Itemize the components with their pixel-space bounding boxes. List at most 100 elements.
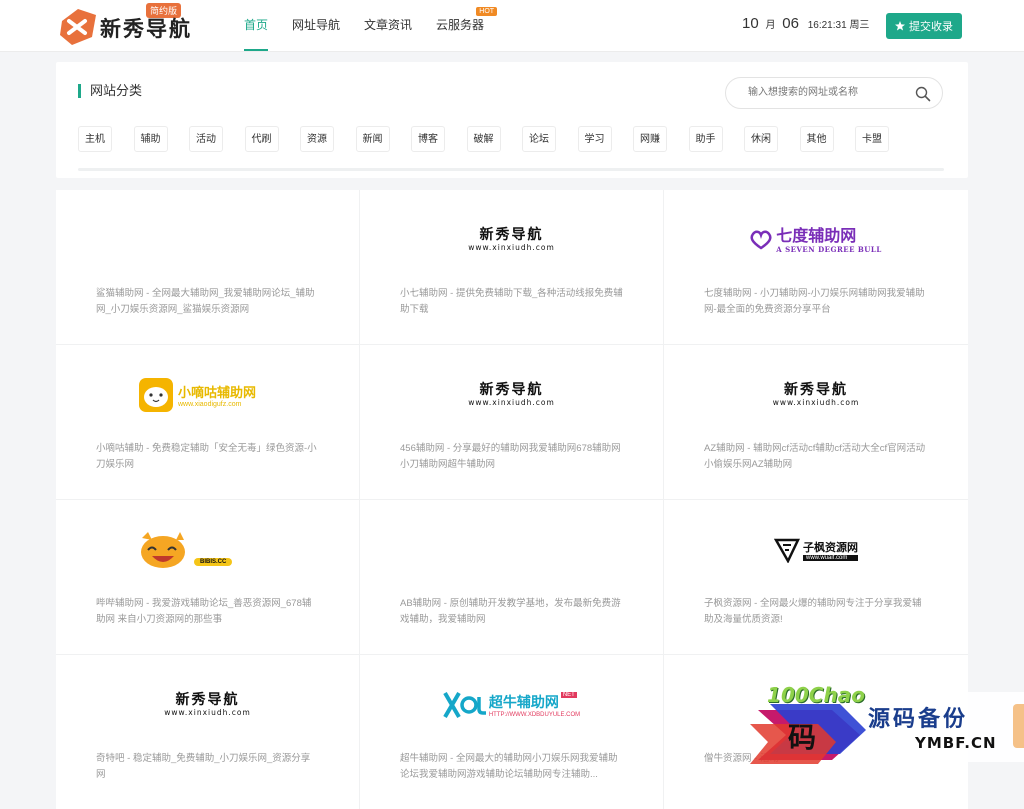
- site-description: 小七辅助网 - 提供免费辅助下载_各种活动线报免费辅助下载: [400, 288, 623, 315]
- category-tag[interactable]: 休闲: [744, 126, 778, 152]
- logo-url: www.xinxiudh.com: [468, 398, 555, 407]
- time-text: 16:21:31: [807, 20, 847, 31]
- mascot-icon: [139, 378, 173, 412]
- laughing-cat-icon: [141, 532, 185, 568]
- hot-badge: HOT: [476, 7, 498, 16]
- site-description: 哔哔辅助网 - 我爱游戏辅助论坛_善恶资源网_678辅助网 来自小刀资源网的那些…: [96, 598, 312, 625]
- category-tag[interactable]: 活动: [189, 126, 223, 152]
- site-description: 七度辅助网 - 小刀辅助网-小刀娱乐网辅助网我爱辅助网-最全面的免费资源分享平台: [704, 288, 925, 315]
- logo-name: 新秀导航: [479, 382, 544, 398]
- site-card[interactable]: 小嘀咕辅助网 www.xiaodigufz.com 小嘀咕辅助 - 免费稳定辅助「…: [56, 345, 359, 499]
- logo-url: www.xinxiudh.com: [772, 398, 860, 407]
- logo-name: 超牛辅助网: [488, 695, 559, 711]
- site-description: AZ辅助网 - 辅助网cf活动cf辅助cf活动大全cf官网活动小偷娱乐网AZ辅助…: [704, 443, 926, 470]
- logo-text: 新秀导航: [100, 17, 192, 41]
- category-tag[interactable]: 学习: [577, 126, 612, 152]
- logo-sub: www.wuaif.com: [803, 555, 858, 561]
- site-description: 子枫资源网 - 全网最火爆的辅助网专注于分享我爱辅助及海量优质资源!: [704, 598, 922, 625]
- main-nav: 首页 网址导航 文章资讯 云服务器 HOT: [233, 0, 498, 51]
- submit-site-button[interactable]: 提交收录: [886, 13, 962, 39]
- submit-label: 提交收录: [909, 21, 953, 33]
- search-box: [725, 77, 943, 109]
- logo-name: 新秀导航: [479, 227, 544, 243]
- site-logo-image: 新秀导航 www.xinxiudh.com: [664, 373, 968, 417]
- nav-sites[interactable]: 网址导航: [281, 0, 351, 51]
- category-scroll-track[interactable]: [78, 168, 944, 171]
- weekday-text: 周三: [849, 20, 870, 31]
- nav-home-label: 首页: [244, 18, 269, 32]
- search-icon[interactable]: [915, 86, 931, 102]
- side-float-tab[interactable]: [1013, 704, 1024, 748]
- site-description: 奇特吧 - 稳定辅助_免费辅助_小刀娱乐网_资源分享网: [96, 753, 311, 780]
- date-month-unit: 月: [765, 20, 776, 31]
- site-card[interactable]: 新秀导航 www.xinxiudh.com 小七辅助网 - 提供免费辅助下载_各种…: [360, 190, 663, 344]
- site-card[interactable]: AB辅助网 - 原创辅助开发教学基地，发布最新免费游戏辅助，我爱辅助网: [360, 500, 663, 654]
- category-tag[interactable]: 新闻: [355, 126, 390, 152]
- site-description: 鲨猫辅助网 - 全网最大辅助网_我爱辅助网论坛_辅助网_小刀娱乐资源网_鲨猫娱乐…: [96, 288, 315, 315]
- site-description: 超牛辅助网 - 全网最大的辅助网小刀娱乐网我爱辅助论坛我爱辅助网游戏辅助论坛辅助…: [400, 753, 618, 780]
- logo-name: 小嘀咕辅助网: [178, 386, 257, 401]
- site-card[interactable]: 七度辅助网 A SEVEN DEGREE BULL 七度辅助网 - 小刀辅助网-小…: [664, 190, 968, 344]
- xou-logo-icon: [443, 691, 486, 719]
- logo-sub: A SEVEN DEGREE BULL: [776, 244, 882, 254]
- date-day: 06: [782, 15, 799, 32]
- site-card[interactable]: 超牛辅助网 NET HTTP://WWW.XDBDUYULE.COM 超牛辅助网 -…: [360, 655, 663, 809]
- nav-home[interactable]: 首页: [233, 0, 279, 51]
- category-tag[interactable]: 资源: [300, 126, 334, 152]
- category-tag[interactable]: 卡盟: [855, 126, 889, 152]
- logo-url: www.xinxiudh.com: [164, 708, 251, 717]
- logo-name: 七度辅助网: [776, 225, 857, 245]
- site-logo-image: 超牛辅助网 NET HTTP://WWW.XDBDUYULE.COM: [360, 683, 663, 727]
- site-logo-image: 新秀导航 www.xinxiudh.com: [360, 218, 663, 262]
- site-description: 456辅助网 - 分享最好的辅助网我爱辅助网678辅助网小刀辅助网超牛辅助网: [400, 443, 621, 470]
- zf-logo-icon: [774, 538, 800, 563]
- site-logo[interactable]: 简约版 新秀导航: [58, 3, 198, 47]
- category-tag[interactable]: 其他: [799, 126, 834, 152]
- star-icon: [895, 21, 905, 31]
- nav-sites-label: 网址导航: [292, 18, 341, 32]
- category-tag[interactable]: 辅助: [133, 126, 168, 152]
- watermark: 码 源码备份 YMBF.CN: [740, 690, 1024, 780]
- site-logo-image: 七度辅助网 A SEVEN DEGREE BULL: [664, 218, 968, 262]
- site-card[interactable]: BIBIS.CC 哔哔辅助网 - 我爱游戏辅助论坛_善恶资源网_678辅助网 来…: [56, 500, 359, 654]
- logo-sub: BIBIS.CC: [194, 558, 233, 566]
- category-tag[interactable]: 助手: [688, 126, 723, 152]
- logo-sub: HTTP://WWW.XDBDUYULE.COM: [488, 712, 581, 718]
- category-tag[interactable]: 论坛: [522, 126, 556, 152]
- nav-cloud-server[interactable]: 云服务器 HOT: [425, 0, 498, 51]
- nav-articles[interactable]: 文章资讯: [353, 0, 423, 51]
- logo-sub: www.xiaodigufz.com: [178, 401, 242, 408]
- category-title: 网站分类: [78, 84, 142, 98]
- site-card[interactable]: 新秀导航 www.xinxiudh.com AZ辅助网 - 辅助网cf活动cf辅助…: [664, 345, 968, 499]
- site-card[interactable]: 新秀导航 www.xinxiudh.com 456辅助网 - 分享最好的辅助网我爱…: [360, 345, 663, 499]
- site-logo-image: 新秀导航 www.xinxiudh.com: [360, 373, 663, 417]
- site-logo-image: BIBIS.CC: [56, 528, 359, 572]
- watermark-sub: YMBF.CN: [915, 734, 997, 752]
- category-list: 主机 辅助 活动 代刷 资源 新闻 博客 破解 论坛 学习 网赚 助手 休闲 其…: [78, 126, 911, 152]
- logo-url: www.xinxiudh.com: [468, 243, 555, 252]
- category-tag[interactable]: 主机: [78, 126, 112, 152]
- nav-articles-label: 文章资讯: [364, 18, 413, 32]
- site-logo-image: 小嘀咕辅助网 www.xiaodigufz.com: [56, 373, 359, 417]
- nav-cloud-label: 云服务器: [436, 18, 485, 32]
- category-tag[interactable]: 网赚: [633, 126, 667, 152]
- watermark-title: 源码备份: [868, 707, 969, 732]
- site-description: 小嘀咕辅助 - 免费稳定辅助「安全无毒」绿色资源-小刀娱乐网: [96, 443, 317, 470]
- site-logo-image: 子枫资源网 www.wuaif.com: [664, 528, 968, 572]
- category-tag[interactable]: 博客: [411, 126, 445, 152]
- site-card[interactable]: 鲨猫辅助网 - 全网最大辅助网_我爱辅助网论坛_辅助网_小刀娱乐资源网_鲨猫娱乐…: [56, 190, 359, 344]
- logo-name: 新秀导航: [175, 692, 240, 708]
- category-tag[interactable]: 破解: [466, 126, 501, 152]
- date-month: 10: [742, 15, 759, 32]
- watermark-char: 码: [788, 721, 817, 754]
- heart-icon: [750, 230, 772, 250]
- top-header: 简约版 新秀导航 首页 网址导航 文章资讯 云服务器 HOT 10 月 06 16…: [0, 0, 1024, 52]
- category-tag[interactable]: 代刷: [244, 126, 279, 152]
- site-card[interactable]: 新秀导航 www.xinxiudh.com 奇特吧 - 稳定辅助_免费辅助_小刀娱…: [56, 655, 359, 809]
- site-card[interactable]: 子枫资源网 www.wuaif.com 子枫资源网 - 全网最火爆的辅助网专注于分…: [664, 500, 968, 654]
- search-input[interactable]: [746, 86, 910, 99]
- datetime-display: 10 月 06 16:21:31 周三: [742, 15, 869, 32]
- logo-badge: NET: [560, 692, 577, 698]
- logo-name: 子枫资源网: [803, 541, 858, 554]
- site-logo-image: 新秀导航 www.xinxiudh.com: [56, 683, 359, 727]
